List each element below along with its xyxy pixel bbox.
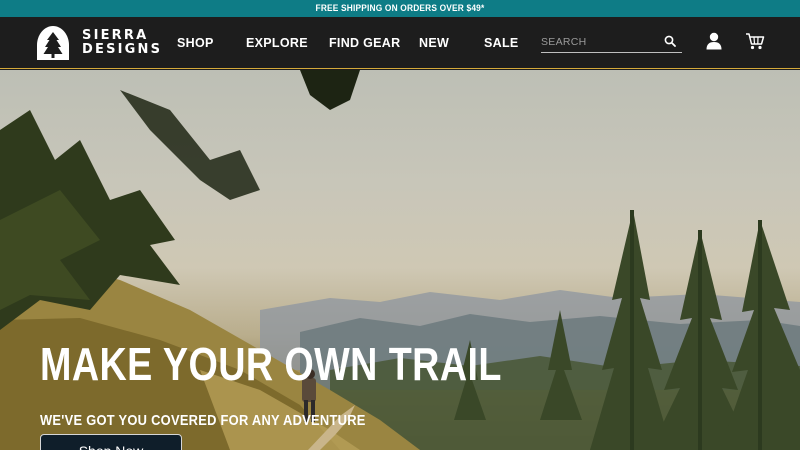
hero-banner: MAKE YOUR OWN TRAIL WE'VE GOT YOU COVERE… — [0, 70, 800, 450]
hero-landscape-image — [0, 70, 800, 450]
nav-new[interactable]: NEW — [419, 17, 449, 69]
hero-title: MAKE YOUR OWN TRAIL — [40, 338, 502, 390]
site-header: SIERRA DESIGNS SHOP EXPLORE FIND GEAR NE… — [0, 17, 800, 69]
search-box — [541, 31, 682, 53]
promo-text: FREE SHIPPING ON ORDERS OVER $49* — [48, 0, 752, 17]
shop-now-button[interactable]: Shop Now — [40, 434, 182, 450]
search-input[interactable] — [541, 31, 661, 52]
brand-line-2: DESIGNS — [82, 42, 163, 57]
nav-explore[interactable]: EXPLORE — [246, 17, 308, 69]
hero-subtitle: WE'VE GOT YOU COVERED FOR ANY ADVENTURE — [40, 412, 366, 429]
nav-find-gear[interactable]: FIND GEAR — [329, 17, 400, 69]
brand-wordmark: SIERRA DESIGNS — [82, 29, 162, 57]
tree-tent-logo-icon — [37, 26, 69, 60]
search-icon[interactable] — [664, 35, 676, 47]
brand-line-1: SIERRA — [82, 28, 149, 43]
promo-bar: FREE SHIPPING ON ORDERS OVER $49* — [0, 0, 800, 17]
nav-sale[interactable]: SALE — [484, 17, 519, 69]
brand-logo[interactable]: SIERRA DESIGNS — [36, 25, 160, 61]
cart-icon[interactable] — [745, 31, 765, 51]
user-icon[interactable] — [706, 32, 722, 50]
nav-shop[interactable]: SHOP — [177, 17, 214, 69]
